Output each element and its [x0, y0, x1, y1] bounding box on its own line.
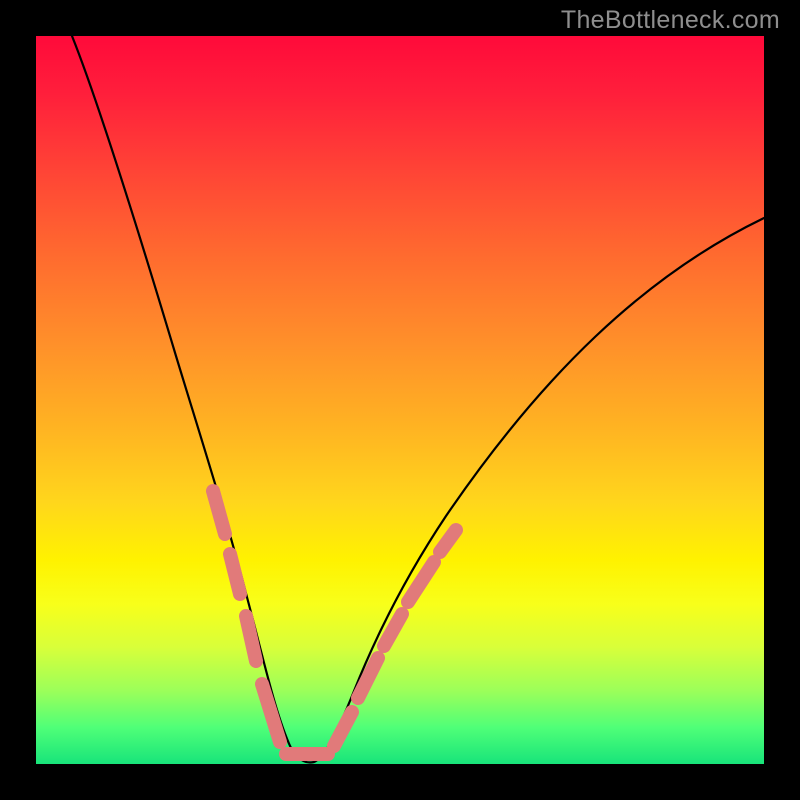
- curve-svg: [36, 36, 764, 764]
- bottleneck-curve: [72, 36, 764, 762]
- highlight-group: [213, 491, 456, 754]
- watermark-text: TheBottleneck.com: [561, 6, 780, 35]
- seg-left-2: [230, 554, 240, 594]
- plot-area: [36, 36, 764, 764]
- chart-frame: TheBottleneck.com: [0, 0, 800, 800]
- seg-right-4: [408, 562, 434, 602]
- seg-right-2: [358, 658, 378, 698]
- seg-right-1: [334, 712, 352, 746]
- seg-left-3: [246, 616, 256, 661]
- seg-right-5: [440, 530, 456, 552]
- seg-left-4: [262, 684, 280, 742]
- seg-left-1: [213, 491, 225, 534]
